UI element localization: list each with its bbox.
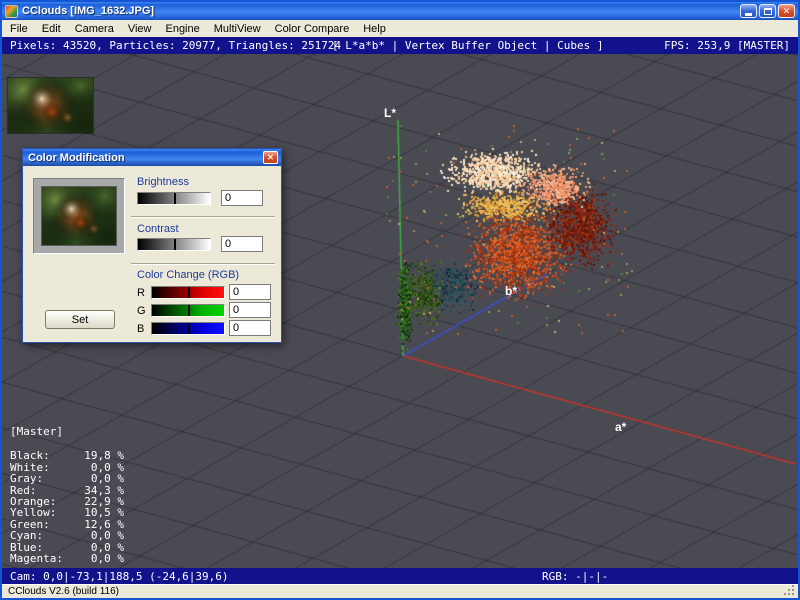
menu-color-compare[interactable]: Color Compare [268,21,357,37]
status-fps: FPS: 253,9 [MASTER] [664,39,790,52]
contrast-input[interactable] [221,236,263,252]
red-channel-label: R [137,287,145,299]
bottom-status-bar: Cam: 0,0|-73,1|188,5 (-24,6|39,6) RGB: -… [2,568,798,584]
green-slider-handle[interactable] [188,305,190,316]
green-slider[interactable] [151,304,225,317]
menu-multiview[interactable]: MultiView [207,21,268,37]
blue-slider[interactable] [151,322,225,335]
maximize-icon [764,8,772,15]
brightness-slider-handle[interactable] [174,193,176,204]
window-buttons: ✕ [740,4,795,18]
menu-view[interactable]: View [121,21,159,37]
color-stats-overlay: [Master] Black:19,8 % White:0,0 % Gray:0… [10,426,126,564]
red-slider-handle[interactable] [188,287,190,298]
contrast-slider-handle[interactable] [174,239,176,250]
app-icon [5,5,18,18]
dialog-titlebar[interactable]: Color Modification ✕ [23,149,281,166]
menu-edit[interactable]: Edit [35,21,68,37]
stat-row-magenta: Magenta:0,0 % [10,553,126,564]
minimize-button[interactable] [740,4,757,18]
axis-label-a: a* [615,420,626,434]
blue-input[interactable] [229,320,271,336]
viewport-3d[interactable]: L* b* a* [Master] Black:19,8 % White:0,0… [2,54,798,568]
blue-channel-label: B [137,323,144,335]
set-button[interactable]: Set [45,310,115,329]
contrast-slider[interactable] [137,238,211,251]
axis-label-b: b* [505,284,517,298]
status-counts: Pixels: 43520, Particles: 20977, Triangl… [10,39,341,52]
preview-image-well [33,178,125,254]
menu-engine[interactable]: Engine [158,21,206,37]
maximize-button[interactable] [759,4,776,18]
app-window: CClouds [IMG_1632.JPG] ✕ File Edit Camer… [0,0,800,600]
status-rgb: RGB: -|-|- [542,570,608,583]
dialog-title: Color Modification [28,152,125,164]
stat-row-gray: Gray:0,0 % [10,473,126,484]
color-modification-dialog: Color Modification ✕ Set Brightness Cont… [22,148,282,343]
source-image-thumbnail[interactable] [8,78,93,133]
blue-slider-handle[interactable] [188,323,190,334]
version-text: CClouds V2.6 (build 116) [8,586,119,597]
menu-file[interactable]: File [3,21,35,37]
status-render-mode: [ L*a*b* | Vertex Buffer Object | Cubes … [332,39,604,52]
titlebar[interactable]: CClouds [IMG_1632.JPG] ✕ [2,2,798,20]
close-button[interactable]: ✕ [778,4,795,18]
preview-image [41,186,117,246]
dialog-close-button[interactable]: ✕ [263,151,278,164]
green-channel-label: G [137,305,146,317]
green-input[interactable] [229,302,271,318]
separator [131,263,275,265]
resize-grip-icon[interactable] [784,584,797,597]
stats-header: [Master] [10,426,126,437]
minimize-icon [745,13,752,16]
menu-help[interactable]: Help [356,21,393,37]
separator [131,216,275,218]
axis-label-l: L* [384,106,396,120]
contrast-label: Contrast [137,223,179,235]
window-title: CClouds [IMG_1632.JPG] [22,5,736,17]
brightness-input[interactable] [221,190,263,206]
status-camera: Cam: 0,0|-73,1|188,5 (-24,6|39,6) [10,570,229,583]
dialog-body: Set Brightness Contrast Color Change (RG… [23,166,281,342]
version-bar: CClouds V2.6 (build 116) [2,584,798,598]
menu-camera[interactable]: Camera [68,21,121,37]
red-input[interactable] [229,284,271,300]
brightness-slider[interactable] [137,192,211,205]
menubar: File Edit Camera View Engine MultiView C… [2,20,798,37]
rgb-group-label: Color Change (RGB) [137,269,239,281]
top-status-bar: Pixels: 43520, Particles: 20977, Triangl… [2,37,798,54]
brightness-label: Brightness [137,176,189,188]
red-slider[interactable] [151,286,225,299]
stat-row-cyan: Cyan:0,0 % [10,530,126,541]
